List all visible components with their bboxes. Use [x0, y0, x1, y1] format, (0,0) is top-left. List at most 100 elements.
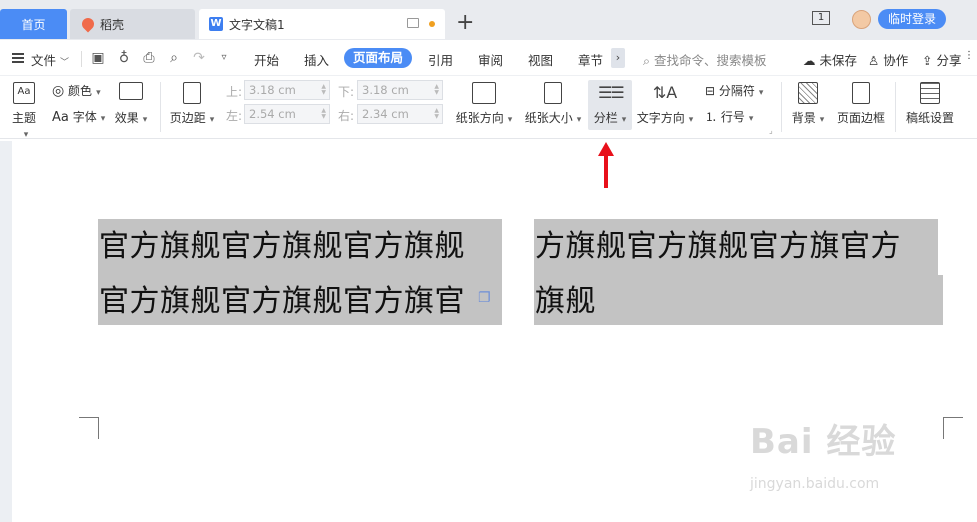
chevron-down-icon: ▾ — [576, 115, 582, 125]
unsaved-label: 未保存 — [819, 53, 857, 68]
top-margin-input[interactable]: 3.18 cm ▲ ▼ — [244, 80, 330, 100]
font-button[interactable]: Aa 字体 ▾ — [52, 108, 105, 125]
tab-start[interactable]: 开始 — [254, 50, 279, 69]
background-button[interactable]: 背景 ▾ — [789, 82, 827, 126]
paper-size-label-text: 纸张大小 — [524, 111, 573, 125]
columns-icon: ☰☰ — [598, 83, 625, 102]
tab-view[interactable]: 视图 — [528, 50, 553, 69]
tab-references[interactable]: 引用 — [428, 50, 453, 69]
user-icon: ♙ — [868, 53, 884, 68]
chevron-down-icon: ▾ — [758, 88, 764, 98]
divider — [895, 82, 896, 132]
collaborate-button[interactable]: ♙ 协作 — [868, 50, 908, 69]
cloud-icon: ☁ — [803, 53, 820, 68]
spin-arrows-icon[interactable]: ▲ ▼ — [434, 84, 439, 96]
divider — [81, 51, 82, 67]
save-icon[interactable]: ▣ — [90, 50, 106, 66]
chevron-down-icon: ▾ — [100, 114, 106, 124]
line-numbers-button[interactable]: ⒈ 行号 ▾ — [705, 108, 753, 125]
dialog-launcher-icon[interactable]: ⌟ — [769, 126, 773, 135]
spin-arrows-icon[interactable]: ▲ ▼ — [321, 84, 326, 96]
theme-label: 主题 ▾ — [8, 109, 40, 140]
tab-home[interactable]: 首页 — [0, 9, 67, 39]
new-tab-button[interactable]: + — [456, 11, 474, 35]
paper-size-label: 纸张大小 ▾ — [522, 109, 584, 126]
tab-home-label: 首页 — [21, 17, 46, 32]
divider — [160, 82, 161, 132]
hamburger-menu-icon[interactable] — [12, 53, 24, 63]
file-menu[interactable]: 文件 ﹀ — [31, 50, 69, 69]
page-border-button[interactable]: 页面边框 — [833, 82, 889, 126]
paper-size-icon — [544, 82, 562, 104]
left-margin-label: 左: — [226, 109, 243, 123]
more-options-icon[interactable]: ⋮ — [964, 50, 974, 61]
print-icon[interactable]: ⎙ — [141, 50, 157, 66]
orientation-button[interactable]: 纸张方向 ▾ — [453, 82, 515, 126]
chevron-down-icon: ▾ — [748, 114, 754, 124]
tab-daoke[interactable]: 稻壳 — [70, 9, 195, 39]
right-margin-value: 2.34 cm — [362, 107, 409, 121]
right-margin-label: 右: — [338, 109, 355, 123]
tab-review[interactable]: 审阅 — [478, 50, 503, 69]
baidu-watermark: Bai 经验 jingyan.baidu.com — [750, 414, 896, 492]
window-count-icon[interactable]: 1 — [812, 11, 830, 25]
right-margin-input[interactable]: 2.34 cm ▲ ▼ — [357, 104, 443, 124]
text-direction-button[interactable]: ⇅A 文字方向 ▾ — [636, 82, 694, 126]
search-command-input[interactable]: ⌕ 查找命令、搜索模板 — [643, 50, 767, 69]
column1-line1[interactable]: 官方旗舰官方旗舰官方旗舰 — [99, 221, 465, 273]
page-border-label-text: 页面边框 — [836, 111, 885, 125]
columns-button[interactable]: ☰☰ 分栏 ▾ — [588, 82, 632, 126]
theme-label-text: 主题 — [11, 111, 36, 125]
chevron-down-icon: ▾ — [96, 88, 101, 98]
breaks-button[interactable]: ⊟ 分隔符 ▾ — [705, 82, 763, 99]
line-numbers-icon: ⒈ — [705, 110, 718, 124]
color-button[interactable]: ◎ 颜色 ▾ — [52, 82, 101, 99]
paper-settings-button[interactable]: 稿纸设置 — [902, 82, 958, 126]
bottom-margin-input[interactable]: 3.18 cm ▲ ▼ — [357, 80, 443, 100]
tab-page-layout[interactable]: 页面布局 — [344, 48, 412, 68]
watermark-url: jingyan.baidu.com — [750, 476, 880, 492]
avatar[interactable] — [852, 10, 871, 29]
background-label: 背景 ▾ — [789, 109, 827, 126]
tab-document[interactable]: W 文字文稿1 — [199, 9, 445, 39]
theme-button[interactable]: Aa 主题 ▾ — [8, 82, 40, 140]
share-button[interactable]: ⇪ 分享 — [922, 50, 961, 69]
menu-row: 文件 ﹀ ▣ ♁ ⎙ ⌕ ↷ ▿ 开始 插入 页面布局 引用 审阅 视图 章节 ›… — [0, 40, 977, 76]
share-icon: ⇪ — [922, 53, 937, 68]
unsaved-button[interactable]: ☁ 未保存 — [803, 50, 857, 69]
page-border-label: 页面边框 — [833, 109, 889, 126]
paste-options-icon[interactable]: ❐ — [478, 290, 491, 306]
top-margin-label: 上: — [226, 85, 243, 99]
text-direction-label: 文字方向 ▾ — [636, 109, 694, 126]
column1-line2[interactable]: 官方旗舰官方旗舰官方旗官 — [99, 276, 465, 328]
page-corner-mark-right — [943, 417, 963, 439]
background-icon — [798, 82, 818, 104]
document-gutter — [0, 141, 12, 522]
spin-arrows-icon[interactable]: ▲ ▼ — [321, 108, 326, 120]
tab-chapter[interactable]: 章节 — [578, 50, 603, 69]
margins-label: 页边距 ▾ — [168, 109, 216, 126]
left-margin-input[interactable]: 2.54 cm ▲ ▼ — [244, 104, 330, 124]
format-painter-icon[interactable]: ♁ — [116, 50, 132, 66]
chevron-down-icon: ▾ — [819, 115, 825, 125]
margins-button[interactable]: 页边距 ▾ — [168, 82, 216, 126]
temp-login-button[interactable]: 临时登录 — [878, 9, 946, 29]
column2-line2[interactable]: 旗舰 — [535, 276, 596, 328]
orientation-icon — [472, 82, 496, 104]
more-tabs-arrow-icon[interactable]: › — [611, 48, 625, 68]
column2-line1[interactable]: 方旗舰官方旗舰官方旗官方 — [535, 221, 901, 273]
bottom-margin-value: 3.18 cm — [362, 83, 409, 97]
monitor-icon[interactable] — [407, 18, 419, 28]
print-preview-icon[interactable]: ⌕ — [166, 50, 182, 66]
writer-doc-icon: W — [209, 17, 223, 31]
spin-arrows-icon[interactable]: ▲ ▼ — [434, 108, 439, 120]
customize-quick-access-icon[interactable]: ▿ — [216, 50, 232, 66]
left-margin-value: 2.54 cm — [249, 107, 296, 121]
tab-insert[interactable]: 插入 — [304, 50, 329, 69]
redo-icon[interactable]: ↷ — [191, 50, 207, 66]
effect-button[interactable]: 效果 ▾ — [113, 82, 149, 126]
font-aa-icon: Aa — [52, 110, 69, 125]
paper-size-button[interactable]: 纸张大小 ▾ — [522, 82, 584, 126]
page-break-icon: ⊟ — [705, 84, 716, 98]
theme-icon: Aa — [13, 82, 35, 104]
